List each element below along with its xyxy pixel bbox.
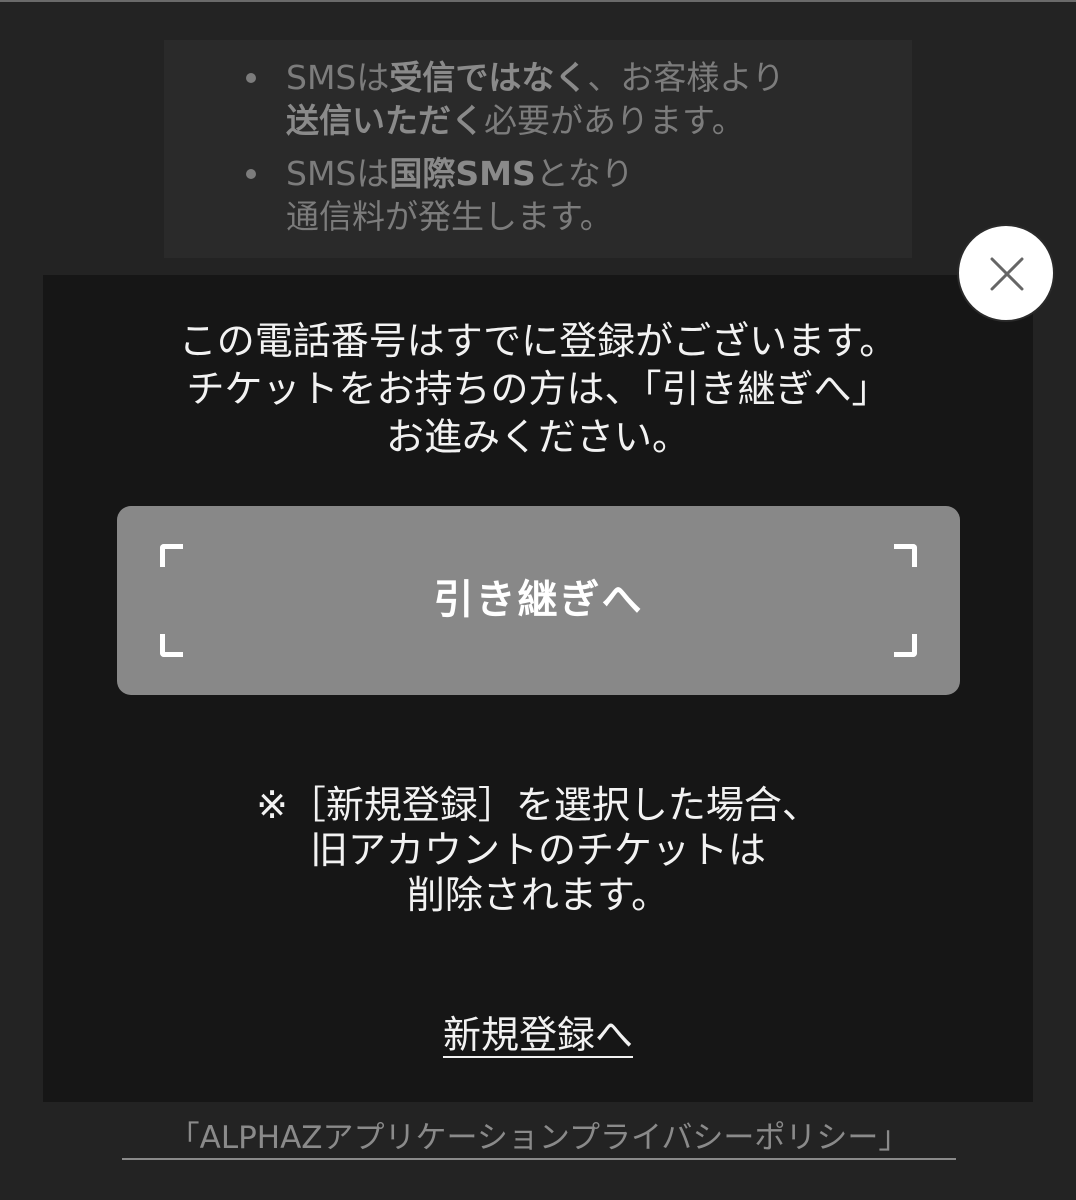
transfer-button[interactable]: 引き継ぎへ (117, 506, 960, 695)
notice-line: SMSは受信ではなく、お客様より (286, 56, 785, 99)
new-register-warning: ※［新規登録］を選択した場合、 旧アカウントのチケットは 削除されます。 (43, 783, 1033, 918)
modal-message-line: お進みください。 (385, 415, 690, 459)
modal-message: この電話番号はすでに登録がございます。 チケットをお持ちの方は、「引き継ぎへ」 … (43, 317, 1033, 461)
notice-line: 送信いただく必要があります。 (286, 99, 745, 142)
notice-text: 通信料が発生します。 (286, 197, 613, 236)
new-register-link[interactable]: 新規登録へ (443, 1013, 633, 1057)
modal-message-line: チケットをお持ちの方は、「引き継ぎへ」 (186, 367, 890, 411)
top-divider (0, 0, 1076, 2)
warning-line: ※［新規登録］を選択した場合、 (256, 783, 820, 827)
warning-line: 旧アカウントのチケットは (309, 828, 766, 872)
notice-text: SMSは (286, 58, 390, 97)
notice-text: 、お客様より (587, 58, 785, 97)
notice-text-bold: 国際SMS (389, 154, 536, 193)
privacy-policy-link[interactable]: 「ALPHAZアプリケーションプライバシーポリシー」 (122, 1118, 956, 1160)
new-register-link-row: 新規登録へ (43, 1011, 1033, 1059)
transfer-button-label: 引き継ぎへ (433, 577, 644, 623)
bullet-icon (246, 73, 256, 83)
close-button[interactable] (957, 224, 1055, 322)
notice-text: SMSは (286, 154, 390, 193)
modal-message-line: この電話番号はすでに登録がございます。 (178, 319, 898, 363)
notice-text-bold: 受信ではなく (389, 58, 588, 97)
notice-text: となり (535, 154, 634, 193)
notice-text: 必要があります。 (484, 101, 745, 140)
close-icon (990, 257, 1024, 291)
notice-line: 通信料が発生します。 (286, 195, 613, 238)
notice-line: SMSは国際SMSとなり (286, 152, 634, 195)
already-registered-modal: この電話番号はすでに登録がございます。 チケットをお持ちの方は、「引き継ぎへ」 … (43, 275, 1033, 1102)
warning-line: 削除されます。 (406, 873, 670, 917)
bullet-icon (246, 169, 256, 179)
notice-text-bold: 送信いただく (286, 101, 484, 140)
